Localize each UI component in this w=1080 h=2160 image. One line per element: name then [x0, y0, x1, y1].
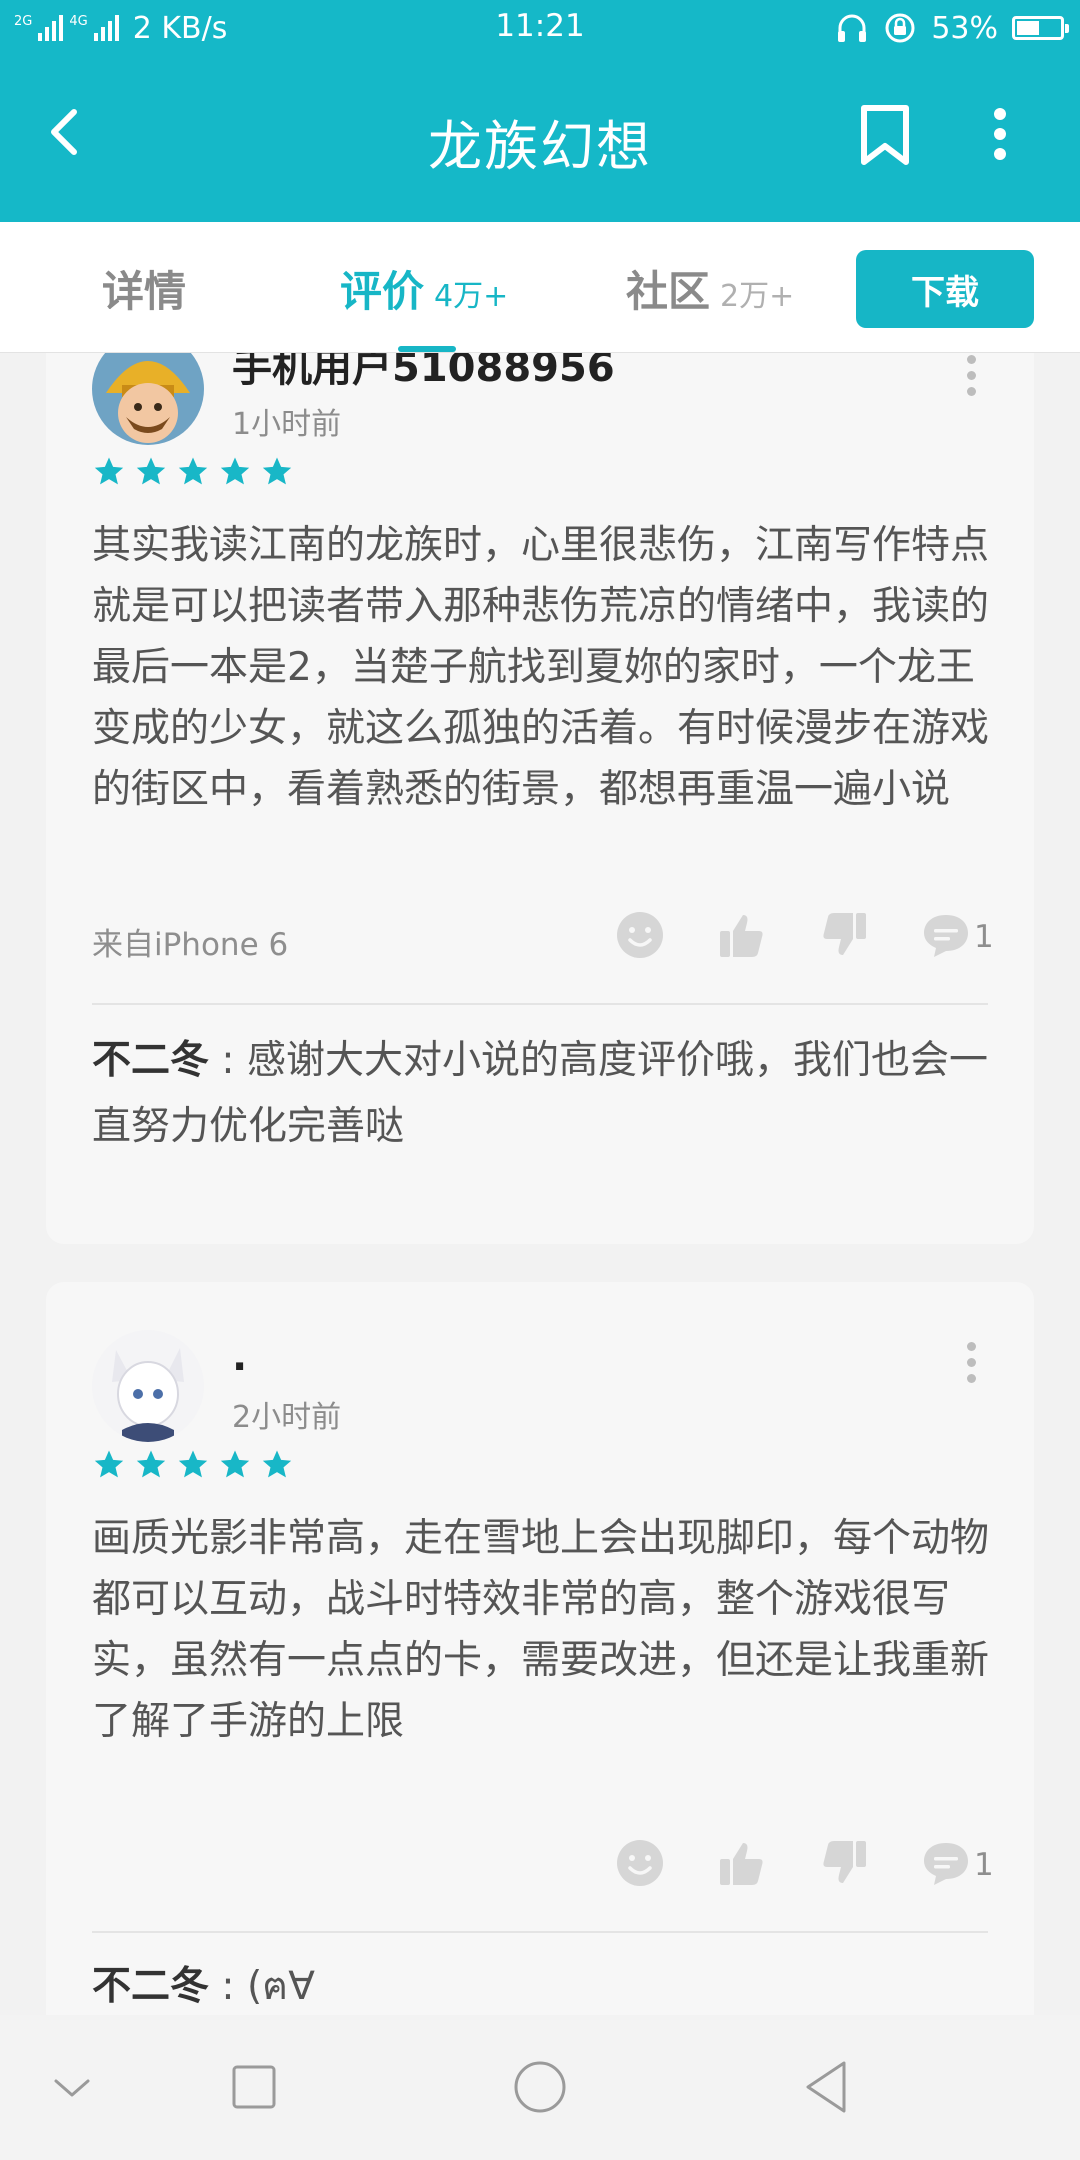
system-nav-bar — [0, 2015, 1080, 2160]
rotation-lock-icon — [885, 13, 915, 43]
divider — [92, 1003, 988, 1005]
thumbs-down-icon[interactable] — [818, 909, 870, 961]
review-text: 其实我读江南的龙族时，心里很悲伤，江南写作特点就是可以把读者带入那种悲伤荒凉的情… — [92, 523, 990, 812]
smiley-icon[interactable] — [614, 909, 666, 961]
reply-count: 1 — [974, 1847, 994, 1883]
review-username[interactable]: . — [232, 1334, 247, 1380]
app-header: 2G 4G 2 KB/s 11:21 53% 龙族幻想 — [0, 0, 1080, 222]
avatar[interactable] — [92, 353, 204, 445]
review-time: 2小时前 — [232, 1400, 342, 1435]
reply-text: (ฅ∀ — [246, 1964, 315, 2009]
rating-stars — [92, 1448, 294, 1482]
avatar-image — [92, 353, 204, 445]
tab-reviews[interactable]: 评价 4万+ — [340, 258, 508, 318]
reply-count: 1 — [974, 919, 994, 955]
smiley-icon[interactable] — [614, 1837, 666, 1889]
active-tab-indicator — [398, 346, 456, 352]
battery-icon — [1012, 16, 1069, 40]
review-text: 画质光影非常高，走在雪地上会出现脚印，每个动物都可以互动，战斗时特效非常的高，整… — [92, 1516, 990, 1744]
reply-author[interactable]: 不二冬 — [92, 1964, 209, 2009]
star-icon — [220, 1450, 250, 1478]
divider — [92, 1931, 988, 1933]
developer-reply: 不二冬 : 感谢大大对小说的高度评价哦，我们也会一直努力优化完善哒 — [92, 1028, 1012, 1160]
more-vertical-icon[interactable] — [978, 104, 1022, 164]
review-card: . 2小时前 画质光影非常高，走在雪地上会出现脚印，每个动物都可以互动，战斗时特… — [46, 1282, 1034, 2015]
review-username[interactable]: 手机用户51088956 — [232, 353, 615, 393]
star-icon — [220, 457, 250, 485]
reply-separator: : — [209, 1038, 247, 1083]
star-icon — [178, 457, 208, 485]
status-right: 53% — [835, 8, 1069, 48]
back-triangle-icon[interactable] — [788, 2047, 868, 2127]
review-card: 手机用户51088956 1小时前 其实我读江南的龙族时，心里很悲伤，江南写作特… — [46, 353, 1034, 1244]
comment-icon[interactable] — [920, 1837, 972, 1889]
battery-percent: 53% — [931, 10, 998, 46]
headphones-icon — [838, 14, 867, 42]
title-bar: 龙族幻想 — [0, 56, 1080, 222]
review-actions: 1 — [92, 1837, 994, 1897]
star-icon — [136, 1450, 166, 1478]
avatar[interactable] — [92, 1330, 204, 1442]
thumbs-up-icon[interactable] — [716, 1837, 768, 1889]
reply-author[interactable]: 不二冬 — [92, 1038, 209, 1083]
review-more-icon[interactable] — [964, 355, 978, 405]
review-list[interactable]: 手机用户51088956 1小时前 其实我读江南的龙族时，心里很悲伤，江南写作特… — [0, 353, 1080, 2015]
review-actions: 来自iPhone 6 1 — [92, 909, 994, 969]
tab-community[interactable]: 社区 2万+ — [626, 258, 794, 318]
tab-community-count: 2万+ — [720, 279, 795, 314]
star-icon — [262, 1450, 292, 1478]
tab-community-label: 社区 — [626, 267, 711, 316]
avatar-image — [92, 1330, 204, 1442]
developer-reply: 不二冬 : (ฅ∀ — [92, 1954, 1012, 2015]
tab-details-label: 详情 — [102, 267, 187, 316]
status-bar: 2G 4G 2 KB/s 11:21 53% — [0, 0, 1080, 56]
reply-separator: : — [209, 1964, 247, 2009]
star-icon — [262, 457, 292, 485]
bookmark-icon[interactable] — [852, 102, 918, 168]
thumbs-up-icon[interactable] — [716, 909, 768, 961]
recent-apps-icon[interactable] — [214, 2047, 294, 2127]
star-icon — [178, 1450, 208, 1478]
thumbs-down-icon[interactable] — [818, 1837, 870, 1889]
page-title: 龙族幻想 — [428, 115, 652, 178]
chevron-down-icon[interactable] — [32, 2047, 112, 2127]
device-label: 来自iPhone 6 — [92, 927, 289, 963]
rating-stars — [92, 455, 294, 489]
download-button[interactable]: 下载 — [856, 250, 1034, 328]
home-icon[interactable] — [500, 2047, 580, 2127]
comment-icon[interactable] — [920, 909, 972, 961]
tab-bar: 详情 评价 4万+ 社区 2万+ 下载 — [0, 222, 1080, 353]
review-more-icon[interactable] — [964, 1342, 978, 1392]
star-icon — [94, 457, 124, 485]
star-icon — [94, 1450, 124, 1478]
tab-reviews-count: 4万+ — [434, 279, 509, 314]
review-time: 1小时前 — [232, 407, 342, 442]
tab-details[interactable]: 详情 — [102, 258, 186, 318]
star-icon — [136, 457, 166, 485]
tab-reviews-label: 评价 — [340, 267, 425, 316]
